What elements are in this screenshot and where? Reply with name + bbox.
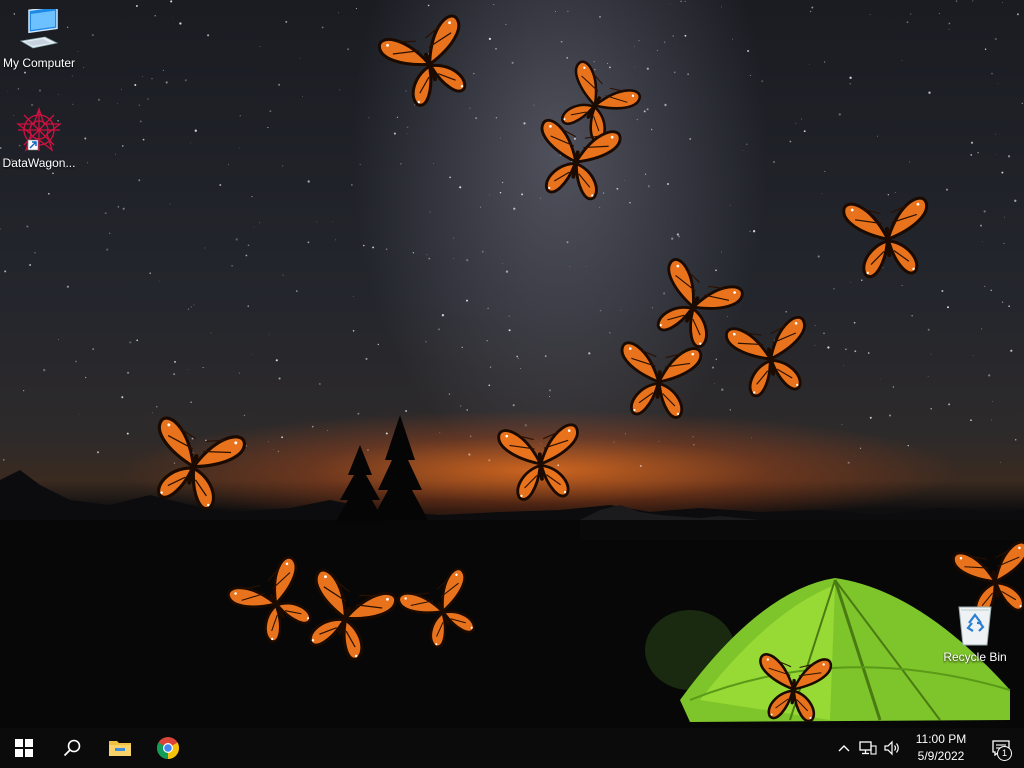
desktop-icon-label: DataWagon... <box>2 156 76 170</box>
desktop-icon-my-computer[interactable]: My Computer <box>0 6 78 70</box>
taskbar-chrome[interactable] <box>144 728 192 768</box>
show-hidden-icons-button[interactable] <box>832 728 856 768</box>
network-button[interactable] <box>856 728 880 768</box>
taskbar: 11:00 PM 5/9/2022 1 <box>0 728 1024 768</box>
desktop[interactable]: My Computer DataWagon... Recycle Bin <box>0 0 1024 728</box>
start-button[interactable] <box>0 728 48 768</box>
pine-trees <box>334 415 428 525</box>
butterfly-6 <box>612 334 705 432</box>
butterfly-3 <box>526 111 626 215</box>
butterfly-4 <box>839 189 937 291</box>
computer-icon <box>15 6 63 54</box>
desktop-icon-recycle-bin[interactable]: Recycle Bin <box>936 600 1014 664</box>
notification-count-badge: 1 <box>997 746 1012 761</box>
desktop-icon-datawagon[interactable]: DataWagon... <box>0 106 78 170</box>
desktop-icon-label: Recycle Bin <box>943 650 1007 664</box>
action-center-button[interactable]: 1 <box>978 728 1024 768</box>
volume-button[interactable] <box>880 728 904 768</box>
datawagon-shortcut-icon <box>15 106 63 154</box>
butterfly-14 <box>752 647 835 728</box>
search-button[interactable] <box>48 728 96 768</box>
chrome-icon <box>157 737 179 759</box>
windows-start-icon <box>15 739 33 757</box>
folder-icon <box>109 741 131 756</box>
butterfly-9 <box>494 416 587 514</box>
system-tray: 11:00 PM 5/9/2022 1 <box>832 728 1024 768</box>
chevron-up-icon <box>838 745 850 752</box>
taskbar-clock[interactable]: 11:00 PM 5/9/2022 <box>910 731 972 765</box>
clock-time: 11:00 PM <box>915 732 967 746</box>
recycle-bin-icon <box>951 600 999 648</box>
network-icon <box>859 741 877 755</box>
desktop-icon-label: My Computer <box>2 56 76 70</box>
clock-date: 5/9/2022 <box>917 749 965 763</box>
taskbar-file-explorer[interactable] <box>96 728 144 768</box>
butterfly-7 <box>721 308 821 412</box>
volume-icon <box>884 740 899 756</box>
search-icon <box>63 739 81 757</box>
landscape <box>0 415 1024 728</box>
